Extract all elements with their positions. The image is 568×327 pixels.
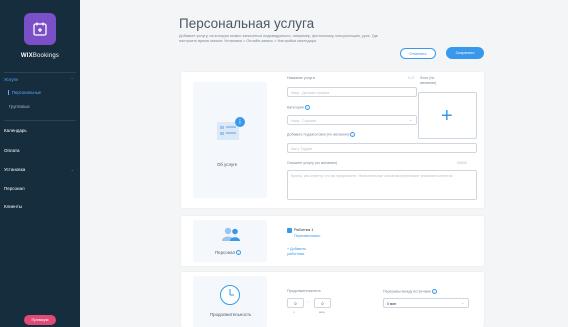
about-service-card: i Об услуге Название услуги 0 / 0 Напр.:…	[181, 72, 484, 208]
duration-caption: Продолжительность	[210, 312, 252, 317]
photo-upload-area[interactable]: +	[418, 92, 477, 139]
photo-label: Фото (по желанию)	[420, 76, 437, 85]
staff-illustration-panel: Персонал i	[193, 220, 267, 262]
service-name-label: Название услуги	[287, 76, 315, 80]
chevron-down-icon[interactable]: ⌄	[71, 167, 74, 172]
cancel-button[interactable]: Отменить	[400, 48, 436, 59]
hours-input[interactable]: 0	[287, 298, 304, 308]
sidebar-item-payment[interactable]: Оплата	[4, 148, 19, 153]
sidebar-item-setup[interactable]: Установка	[4, 167, 25, 172]
staff-card: Персонал i Работник 1 Переименовать + До…	[181, 216, 484, 266]
time-separator: :	[308, 300, 310, 304]
description-counter: 0/1000	[457, 161, 467, 165]
chevron-up-icon[interactable]: ⌃	[71, 77, 74, 82]
chevron-down-icon: ⌄	[461, 301, 464, 305]
sidebar-subitem-personal[interactable]: Персональные	[8, 90, 41, 95]
info-icon[interactable]: i	[236, 250, 242, 256]
chevron-down-icon: ⌄	[409, 118, 412, 122]
about-caption: Об услуге	[217, 162, 238, 167]
info-icon[interactable]: i	[304, 105, 310, 110]
service-name-counter: 0 / 0	[408, 76, 415, 80]
tagline-input[interactable]: Как у Тоудэм	[287, 143, 477, 153]
category-label: Категория i	[287, 105, 310, 110]
sidebar-subitem-group[interactable]: Групповые	[9, 104, 30, 109]
duration-card: Продолжительность Продолжительность 0 : …	[181, 272, 484, 327]
page-title: Персональная услуга	[179, 16, 315, 31]
description-label: Опишите услугу (по желанию)	[287, 161, 338, 165]
minutes-unit: мин	[319, 310, 325, 314]
info-icon[interactable]: i	[431, 289, 437, 294]
description-textarea[interactable]: Кратко, как клиенту, что вы предлагаете.…	[287, 170, 477, 200]
clock-icon	[220, 285, 240, 305]
hours-unit: ч	[293, 310, 295, 314]
service-name-input[interactable]: Напр.: Детская стрижка	[287, 87, 417, 97]
minutes-input[interactable]: 0	[314, 298, 331, 308]
app-logo[interactable]	[24, 13, 56, 45]
calendar-icon	[33, 22, 47, 36]
nav-divider	[4, 120, 76, 121]
sidebar-item-services[interactable]: Услуги	[4, 77, 18, 82]
about-illustration-panel: i Об услуге	[193, 82, 267, 198]
save-button[interactable]: Сохранить	[446, 47, 484, 59]
service-list-icon: i	[217, 117, 245, 140]
brand-name: WIXBookings	[20, 53, 60, 59]
nav-divider	[4, 72, 76, 73]
duration-label: Продолжительность	[287, 289, 321, 293]
staff-member-name: Работник 1	[294, 228, 314, 232]
break-select[interactable]: 0 мин ⌄	[383, 298, 469, 308]
premium-button[interactable]: Премиум	[24, 315, 56, 325]
sidebar-item-staff[interactable]: Персонал	[4, 186, 25, 191]
duration-illustration-panel: Продолжительность	[193, 276, 267, 327]
break-label: Перерывы между встречами i	[383, 289, 437, 294]
plus-icon: +	[441, 105, 453, 127]
people-icon	[222, 227, 240, 241]
tagline-label: Добавьте подзаголовок (по желанию) i	[287, 132, 356, 137]
page-description: Добавьте услугу, на которую можно записа…	[179, 34, 378, 44]
category-select[interactable]: Напр.: Стрижки ⌄	[287, 115, 417, 125]
sidebar-item-calendar[interactable]: Календарь	[4, 128, 27, 133]
sidebar: WIXBookings Услуги ⌃ Персональные Группо…	[0, 0, 80, 327]
staff-caption: Персонал i	[215, 250, 242, 256]
sidebar-item-clients[interactable]: Клиенты	[4, 204, 22, 209]
add-staff-link[interactable]: + Добавить работника	[287, 247, 313, 256]
rename-staff-link[interactable]: Переименовать	[294, 234, 320, 238]
info-icon[interactable]: i	[350, 132, 356, 137]
staff-checkbox[interactable]	[287, 228, 292, 233]
